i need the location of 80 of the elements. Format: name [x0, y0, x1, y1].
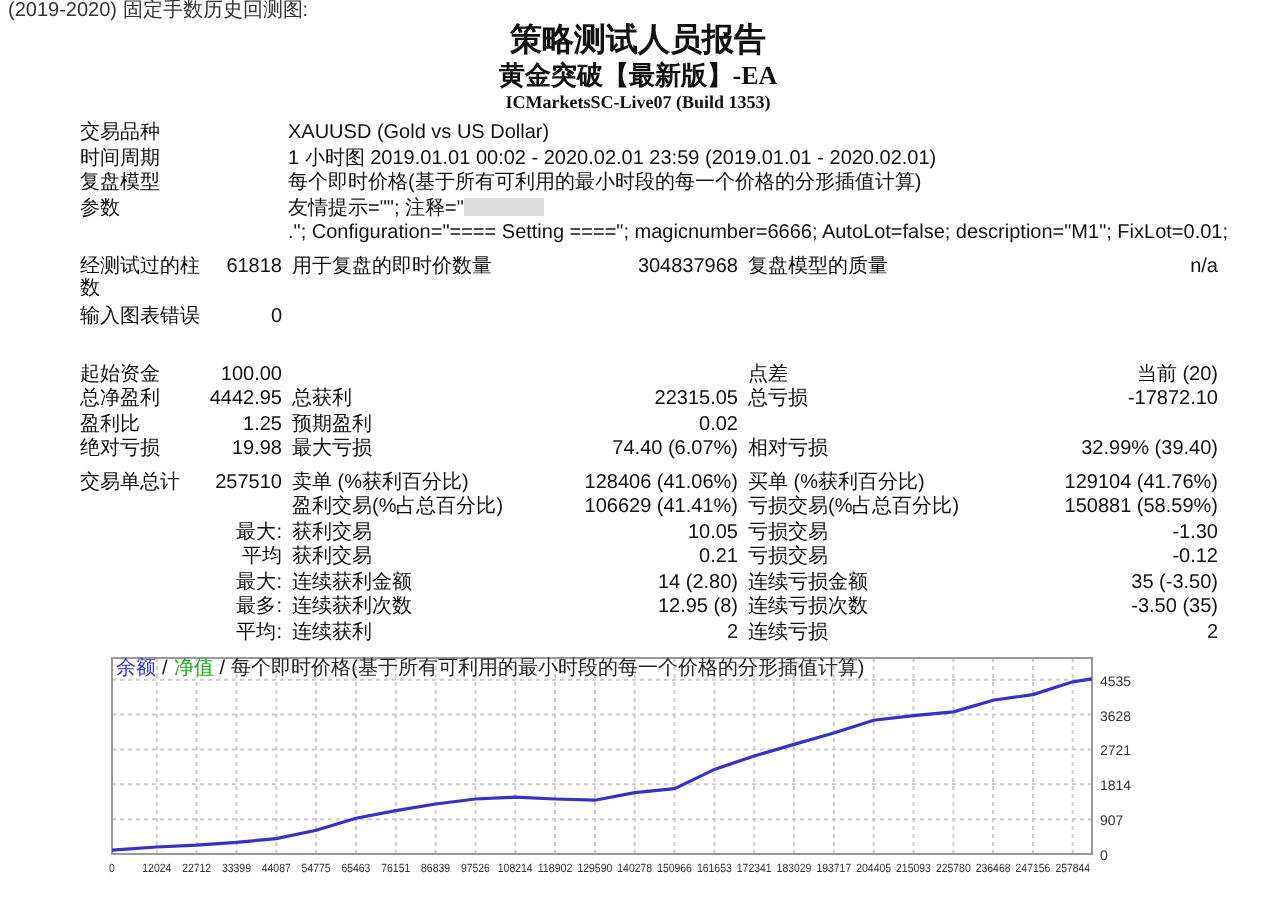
- info-label: 参数: [80, 197, 122, 223]
- stat-label: 起始资金: [80, 363, 162, 387]
- stat-value: 61818: [224, 255, 284, 280]
- legend-label: 净值: [173, 658, 214, 680]
- stat-value: 129104 (41.76%): [1062, 471, 1220, 496]
- stat-value: 2: [724, 621, 740, 646]
- stat-label: 输入图表错误: [80, 305, 202, 331]
- stat-label: 复盘模型的质量: [746, 255, 890, 280]
- stat-label: 买单 (%获利百分比): [746, 471, 927, 495]
- stat-value: 35 (-3.50): [1129, 571, 1220, 596]
- report-subtitle: 黄金突破【最新版】-EA: [498, 60, 778, 92]
- stat-label: 交易单总计: [80, 471, 182, 496]
- stat-label: 卖单 (%获利百分比): [290, 471, 471, 495]
- legend-separator: /: [219, 658, 226, 680]
- stat-value: -17872.10: [1125, 388, 1220, 413]
- info-value: ."; Configuration="==== Setting ===="; magicnumber=6666; AutoLot=false; description="M1"; FixLot=0.01;: [288, 222, 1228, 244]
- stat-value: 14 (2.80): [655, 571, 740, 596]
- stat-label: 连续亏损次数: [746, 596, 870, 621]
- stat-label: 亏损交易: [746, 521, 830, 545]
- row-label: 最大:: [234, 571, 284, 596]
- row-label: 平均:: [234, 621, 284, 646]
- info-value: 友情提示=""; 注释=": [288, 197, 464, 219]
- stat-value: 150881 (58.59%): [1062, 496, 1220, 521]
- report-title: 策略测试人员报告: [510, 22, 766, 60]
- info-label: 交易品种: [80, 122, 162, 147]
- stat-value: -0.12: [1170, 546, 1220, 571]
- stat-label: 相对亏损: [746, 438, 830, 463]
- stat-label: 总亏损: [746, 388, 810, 413]
- stat-label: 连续亏损: [746, 621, 830, 646]
- stat-value: -1.30: [1170, 521, 1220, 546]
- row-label: 最大:: [234, 521, 284, 546]
- stat-label: 盈利比: [80, 413, 142, 437]
- stat-value: 12.95 (8): [655, 596, 740, 621]
- stat-value: 0: [268, 305, 284, 330]
- stat-value: 106629 (41.41%): [582, 496, 740, 521]
- stat-label: 总净盈利: [80, 388, 162, 413]
- stat-label: 经测试过的柱数: [80, 255, 202, 303]
- info-label: 复盘模型: [80, 172, 162, 197]
- stat-label: 用于复盘的即时价数量: [290, 255, 494, 280]
- stat-label: 亏损交易: [746, 546, 830, 571]
- stat-label: 绝对亏损: [80, 438, 162, 463]
- info-value: 1 小时图 2019.01.01 00:02 - 2020.02.01 23:59 (2019.01.01 - 2020.02.01): [288, 147, 939, 171]
- stat-value: 257510: [213, 471, 284, 496]
- info-label: 时间周期: [80, 147, 162, 171]
- info-value: XAUUSD (Gold vs US Dollar): [288, 122, 552, 147]
- stat-value: 19.98: [229, 438, 284, 463]
- stat-label: 亏损交易(%占总百分比): [746, 496, 962, 521]
- stat-value: -3.50 (35): [1129, 596, 1220, 621]
- stat-value: 当前 (20): [1134, 363, 1220, 388]
- stat-value: 74.40 (6.07%): [610, 438, 740, 463]
- legend-separator: /: [162, 658, 168, 680]
- stat-value: 32.99% (39.40): [1079, 438, 1220, 463]
- stat-value: 304837968: [635, 255, 740, 280]
- info-value: 每个即时价格(基于所有可利用的最小时段的每一个价格的分形插值计算): [288, 172, 924, 197]
- stat-value: 100.00: [218, 363, 284, 388]
- stat-value: 4442.95: [207, 388, 284, 413]
- stat-label: 连续获利次数: [290, 596, 414, 621]
- stat-value: 0.02: [697, 413, 740, 438]
- stat-value: 0.21: [697, 546, 740, 571]
- row-label: 最多:: [234, 596, 284, 621]
- stat-label: 总获利: [290, 388, 354, 413]
- stat-value: n/a: [1188, 255, 1220, 280]
- stat-value: 128406 (41.06%): [582, 471, 740, 496]
- stat-label: 连续亏损金额: [746, 571, 870, 595]
- stat-value: 22315.05: [652, 388, 740, 413]
- stat-label: 盈利交易(%占总百分比): [290, 496, 506, 521]
- server-name: ICMarketsSC-Live07 (Build 1353): [505, 92, 771, 114]
- stat-label: 连续获利: [290, 621, 374, 646]
- stat-label: 预期盈利: [290, 413, 374, 437]
- stat-label: 点差: [746, 363, 790, 387]
- stat-value: 2: [1204, 621, 1220, 646]
- stat-label: 连续获利金额: [290, 571, 414, 595]
- stat-label: 最大亏损: [290, 438, 374, 463]
- stat-value: 1.25: [241, 413, 284, 438]
- stat-value: 10.05: [685, 521, 740, 546]
- stat-label: 获利交易: [290, 546, 374, 571]
- legend-label: 余额: [116, 658, 156, 680]
- row-label: 平均: [240, 546, 284, 571]
- stat-label: 获利交易: [290, 521, 374, 545]
- legend-label: 每个即时价格(基于所有可利用的最小时段的每一个价格的分形插值计算): [231, 658, 865, 680]
